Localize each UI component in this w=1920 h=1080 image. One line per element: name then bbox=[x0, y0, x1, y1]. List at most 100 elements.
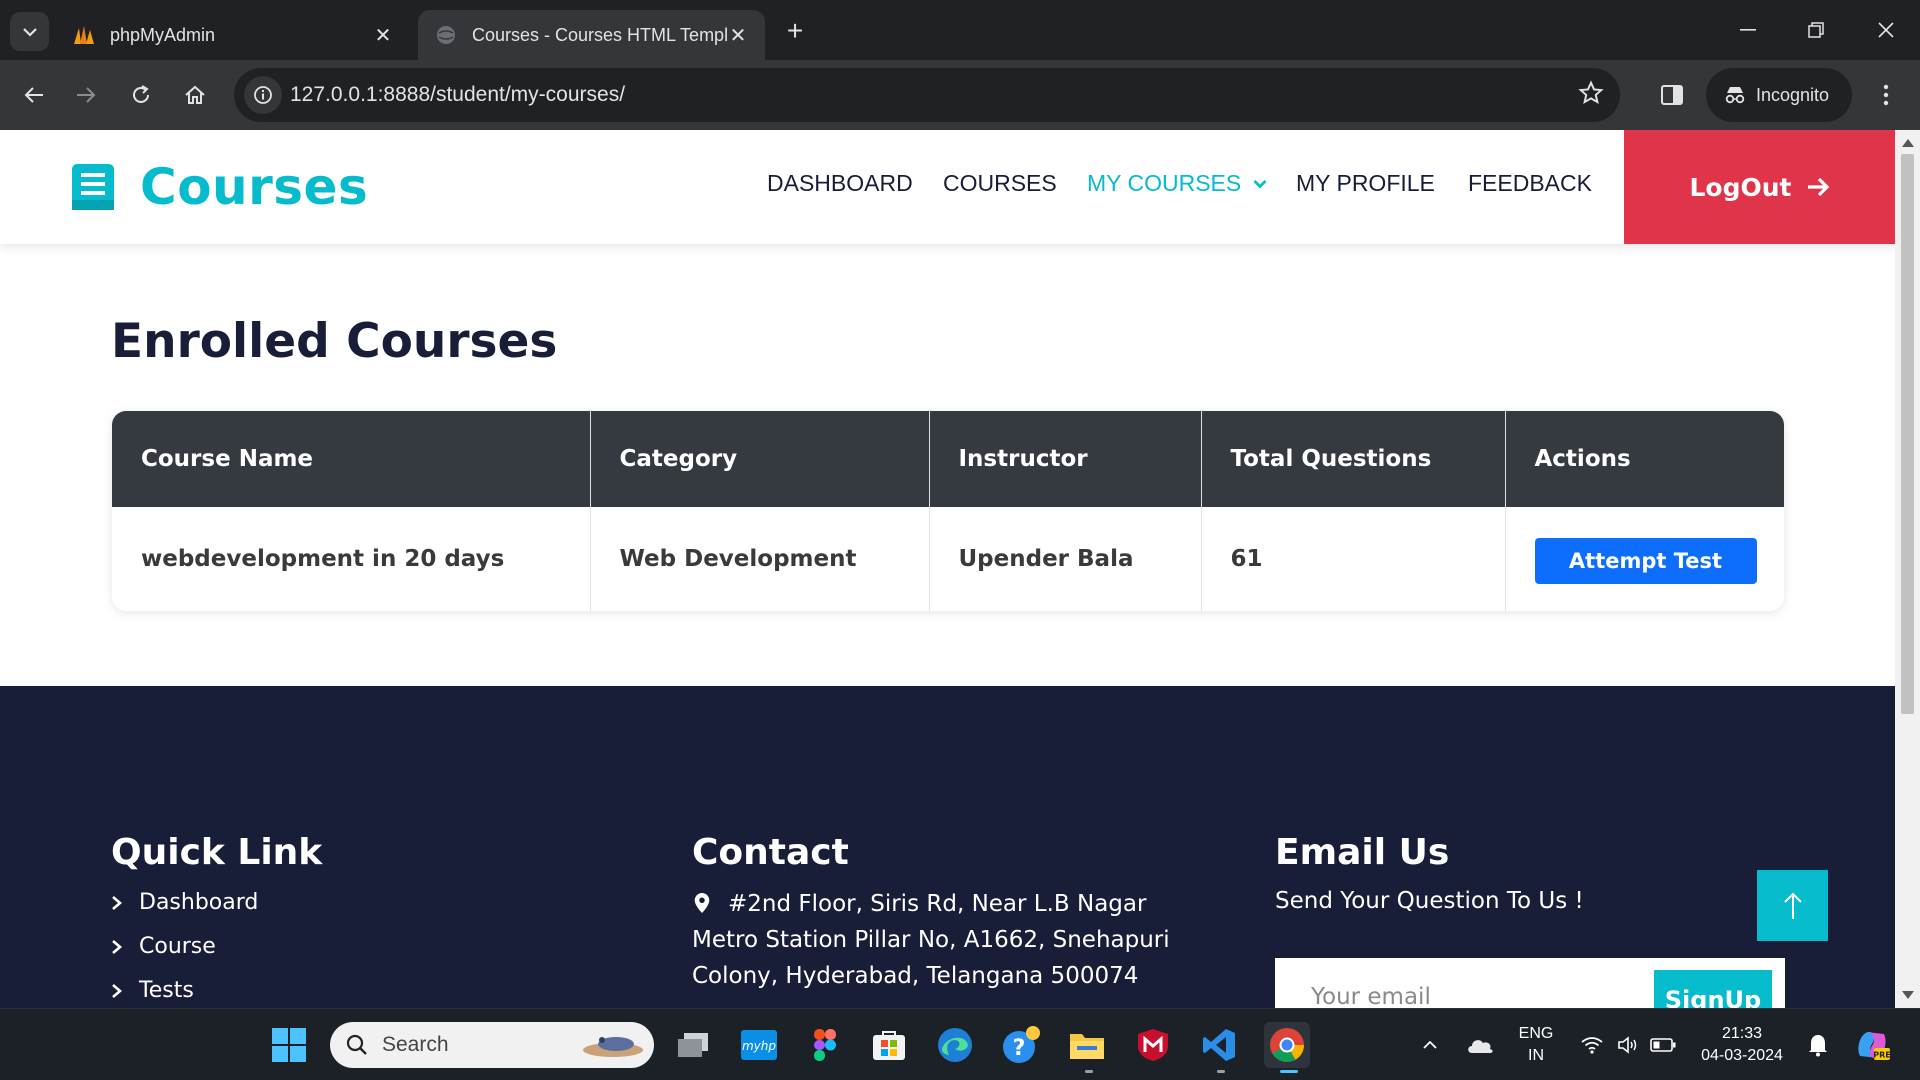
nav-label: COURSES bbox=[943, 170, 1057, 196]
back-button[interactable] bbox=[14, 75, 54, 115]
brand-link[interactable]: Courses bbox=[70, 158, 368, 216]
restore-button[interactable] bbox=[1782, 0, 1850, 60]
chevron-up-icon bbox=[1423, 1040, 1437, 1049]
column-header: Total Questions bbox=[1201, 411, 1506, 507]
bookmark-star-icon[interactable] bbox=[1578, 80, 1604, 111]
system-clock[interactable]: 21:33 04-03-2024 bbox=[1694, 1023, 1790, 1067]
chrome-button[interactable] bbox=[1264, 1022, 1310, 1068]
input-language-indicator[interactable]: ENG IN bbox=[1518, 1023, 1554, 1067]
home-icon bbox=[185, 85, 205, 104]
reload-button[interactable] bbox=[121, 75, 161, 115]
store-icon bbox=[873, 1031, 905, 1060]
chrome-icon bbox=[1270, 1028, 1304, 1062]
figma-app-button[interactable] bbox=[805, 1025, 845, 1065]
start-button[interactable] bbox=[269, 1025, 309, 1065]
figma-icon bbox=[814, 1029, 836, 1061]
home-button[interactable] bbox=[175, 75, 215, 115]
taskbar-search[interactable]: Search bbox=[330, 1022, 654, 1068]
windows-taskbar: Search myhp ? ENG IN 21:33 04-03-2024 PR… bbox=[0, 1008, 1920, 1080]
brand-name: Courses bbox=[140, 158, 369, 216]
search-highlight-icon bbox=[583, 1037, 643, 1057]
nav-label: MY PROFILE bbox=[1296, 170, 1435, 196]
battery-status[interactable] bbox=[1643, 1025, 1683, 1065]
table-row: webdevelopment in 20 days Web Developmen… bbox=[112, 507, 1784, 611]
nav-dashboard[interactable]: DASHBOARD bbox=[767, 170, 913, 197]
table-header-row: Course Name Category Instructor Total Qu… bbox=[112, 411, 1784, 507]
copilot-button[interactable]: PRE bbox=[1852, 1025, 1892, 1065]
footer-link-dashboard[interactable]: Dashboard bbox=[111, 890, 258, 915]
mcafee-shield-icon bbox=[1138, 1029, 1168, 1061]
battery-icon bbox=[1650, 1038, 1676, 1052]
close-tab-icon[interactable]: ✕ bbox=[727, 24, 749, 47]
notifications-button[interactable] bbox=[1798, 1025, 1838, 1065]
active-indicator bbox=[1280, 1070, 1298, 1073]
url-text[interactable]: 127.0.0.1:8888/student/my-courses/ bbox=[290, 83, 625, 107]
browser-menu-button[interactable] bbox=[1866, 75, 1906, 115]
chevron-right-icon bbox=[112, 983, 122, 998]
nav-courses[interactable]: COURSES bbox=[943, 170, 1057, 197]
microsoft-store-button[interactable] bbox=[869, 1025, 909, 1065]
footer-link-tests[interactable]: Tests bbox=[111, 978, 194, 1003]
close-tab-icon[interactable]: ✕ bbox=[372, 24, 394, 47]
tab-courses[interactable]: Courses - Courses HTML Templ ✕ bbox=[418, 10, 765, 60]
nav-label: MY COURSES bbox=[1087, 170, 1242, 196]
chevron-right-icon bbox=[112, 895, 122, 910]
running-indicator bbox=[1085, 1070, 1093, 1073]
email-prompt: Send Your Question To Us ! bbox=[1275, 888, 1584, 914]
clock-time: 21:33 bbox=[1721, 1025, 1763, 1042]
incognito-profile-button[interactable]: Incognito bbox=[1706, 68, 1852, 122]
tab-phpmyadmin[interactable]: phpMyAdmin ✕ bbox=[56, 10, 410, 60]
incognito-icon bbox=[1725, 87, 1745, 104]
edge-icon bbox=[938, 1028, 972, 1062]
scroll-down-arrow-icon[interactable] bbox=[1902, 991, 1914, 999]
email-us-heading: Email Us bbox=[1275, 832, 1450, 873]
scrollbar-thumb[interactable] bbox=[1901, 154, 1914, 714]
volume-status[interactable] bbox=[1608, 1025, 1648, 1065]
nav-my-profile[interactable]: MY PROFILE bbox=[1296, 170, 1435, 197]
browser-tabstrip: phpMyAdmin ✕ Courses - Courses HTML Temp… bbox=[0, 0, 1920, 60]
logout-label: LogOut bbox=[1689, 172, 1792, 202]
myhp-app-button[interactable]: myhp bbox=[739, 1025, 779, 1065]
get-help-button[interactable]: ? bbox=[1001, 1025, 1041, 1065]
close-window-button[interactable] bbox=[1852, 0, 1920, 60]
course-name-cell: webdevelopment in 20 days bbox=[112, 507, 591, 611]
reload-icon bbox=[133, 85, 149, 103]
scroll-up-arrow-icon[interactable] bbox=[1902, 139, 1914, 147]
side-panel-button[interactable] bbox=[1652, 75, 1692, 115]
svg-text:myhp: myhp bbox=[742, 1039, 776, 1053]
page-scrollbar[interactable] bbox=[1895, 130, 1920, 1008]
site-navbar: Courses DASHBOARD COURSES MY COURSES MY … bbox=[0, 130, 1895, 244]
actions-cell: Attempt Test bbox=[1505, 507, 1784, 611]
vscode-button[interactable] bbox=[1199, 1025, 1239, 1065]
site-info-icon[interactable] bbox=[244, 76, 282, 114]
signup-button[interactable]: SignUp bbox=[1654, 970, 1772, 1008]
footer-link-course[interactable]: Course bbox=[111, 934, 216, 959]
address-bar[interactable]: 127.0.0.1:8888/student/my-courses/ bbox=[234, 68, 1620, 122]
wifi-status[interactable] bbox=[1572, 1025, 1612, 1065]
wifi-icon bbox=[1581, 1037, 1603, 1054]
column-header: Course Name bbox=[112, 411, 591, 507]
task-view-icon bbox=[678, 1033, 708, 1057]
file-explorer-button[interactable] bbox=[1067, 1025, 1107, 1065]
onedrive-button[interactable] bbox=[1460, 1025, 1500, 1065]
email-input[interactable]: Your email bbox=[1311, 984, 1431, 1008]
globe-favicon-icon bbox=[434, 23, 458, 47]
task-view-button[interactable] bbox=[673, 1025, 713, 1065]
nav-feedback[interactable]: FEEDBACK bbox=[1468, 170, 1592, 197]
nav-my-courses[interactable]: MY COURSES bbox=[1087, 170, 1267, 197]
back-to-top-button[interactable] bbox=[1757, 870, 1828, 941]
edge-browser-button[interactable] bbox=[935, 1025, 975, 1065]
mcafee-button[interactable] bbox=[1133, 1025, 1173, 1065]
forward-button[interactable] bbox=[66, 75, 106, 115]
tab-search-button[interactable] bbox=[10, 12, 49, 51]
show-hidden-icons-button[interactable] bbox=[1410, 1025, 1450, 1065]
minimize-button[interactable] bbox=[1714, 0, 1782, 60]
column-header: Instructor bbox=[929, 411, 1202, 507]
attempt-test-button[interactable]: Attempt Test bbox=[1534, 538, 1757, 584]
notification-bell-icon bbox=[1809, 1035, 1827, 1057]
contact-heading: Contact bbox=[692, 832, 849, 873]
arrow-up-icon bbox=[1783, 892, 1802, 919]
logout-button[interactable]: LogOut bbox=[1624, 130, 1895, 244]
cloud-icon bbox=[1468, 1040, 1493, 1053]
new-tab-button[interactable]: + bbox=[778, 14, 812, 48]
